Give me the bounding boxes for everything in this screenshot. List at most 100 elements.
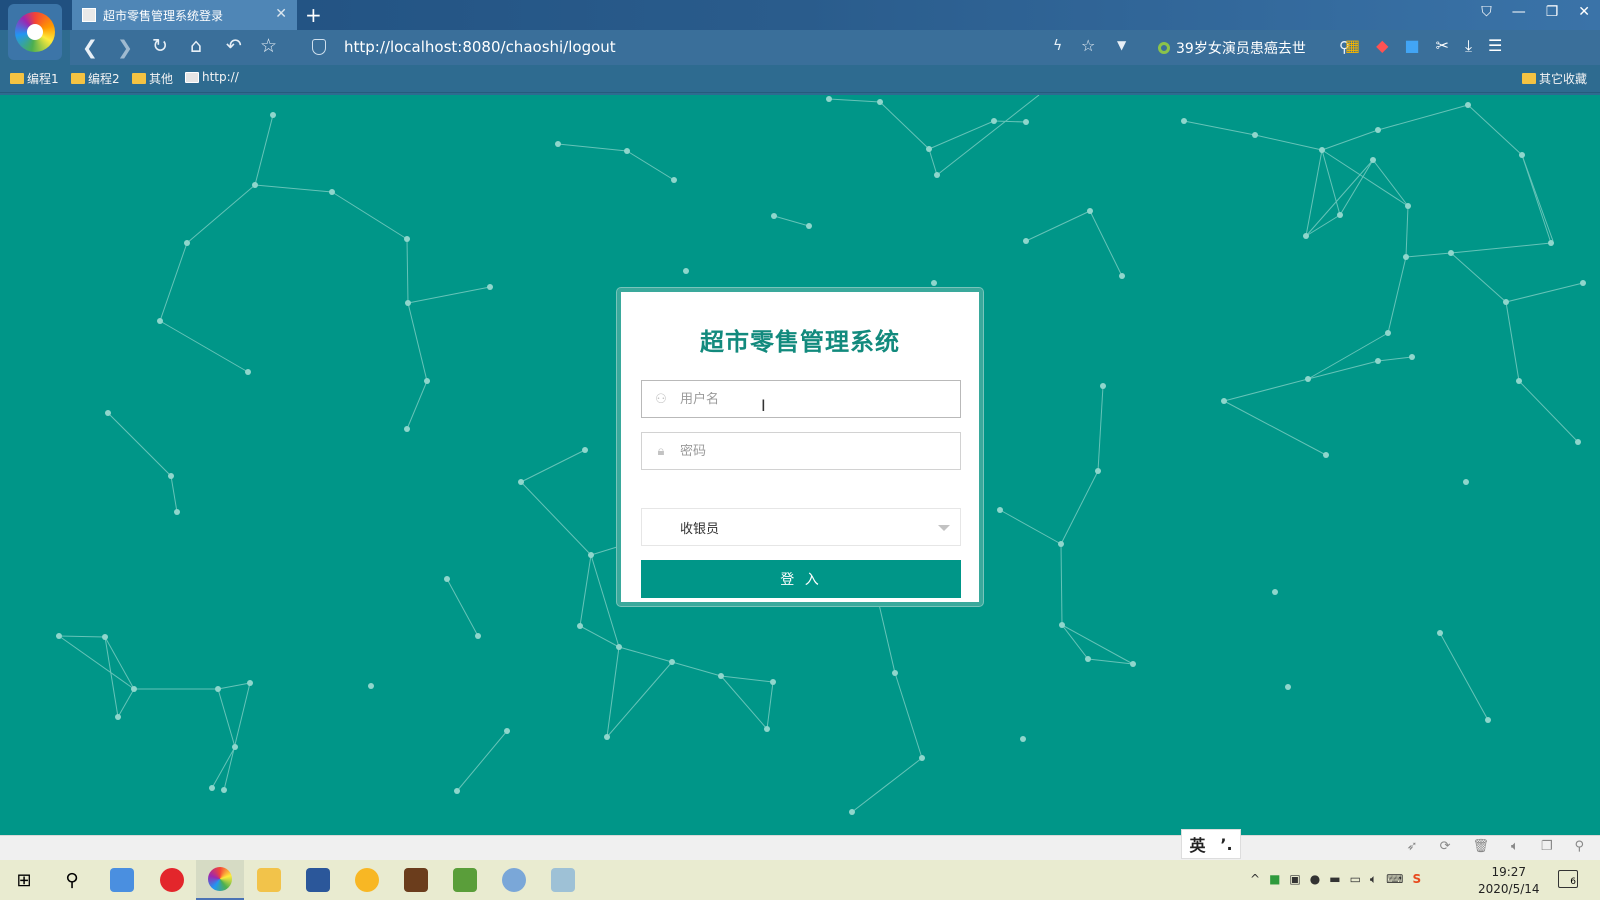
lock-icon: 🔒︎ — [657, 443, 665, 459]
back-icon[interactable]: ❮ — [82, 37, 98, 59]
role-select-value: 收银员 — [680, 521, 720, 537]
taskbar-app-7[interactable] — [441, 860, 489, 900]
tab-close-icon[interactable]: ✕ — [275, 6, 287, 22]
sogou-icon[interactable]: S — [1412, 872, 1421, 887]
bookmark-folder-3[interactable]: 其他 — [132, 70, 173, 87]
username-input[interactable] — [680, 391, 940, 407]
app-icon — [355, 868, 379, 892]
app-icon — [453, 868, 477, 892]
url-text: http://localhost:8080/chaoshi/logout — [344, 38, 616, 56]
search-button[interactable]: ⚲ — [48, 860, 96, 900]
qq-icon[interactable]: ● — [1310, 872, 1320, 887]
word-icon — [306, 868, 330, 892]
scissors-icon[interactable]: ✂ — [1436, 36, 1449, 56]
app-icon — [404, 868, 428, 892]
windows-icon: ⊞ — [16, 869, 32, 891]
taskbar-app-5[interactable] — [343, 860, 391, 900]
ime-indicator[interactable]: 英 ’. — [1181, 829, 1241, 859]
tab-title: 超市零售管理系统登录 — [103, 8, 224, 23]
clock-date: 2020/5/14 — [1478, 882, 1540, 896]
chevron-down-icon[interactable]: ▼ — [1117, 38, 1126, 52]
address-bar[interactable]: http://localhost:8080/chaoshi/logout — [300, 34, 1130, 60]
shield-icon — [312, 39, 326, 55]
username-field[interactable]: ⚇ — [641, 380, 961, 418]
window-controls: ⛉ — ❐ ✕ — [1481, 4, 1590, 20]
zoom-icon[interactable]: ⚲ — [1574, 839, 1584, 854]
translate-icon[interactable]: ■ — [1404, 36, 1419, 56]
folder-icon — [257, 868, 281, 892]
tray-app-icon[interactable]: ▬ — [1329, 872, 1340, 887]
taskbar-app-6[interactable] — [392, 860, 440, 900]
browser-logo-icon — [15, 12, 55, 52]
password-input[interactable] — [680, 443, 940, 459]
role-select[interactable]: 收银员 — [641, 508, 961, 546]
other-bookmarks[interactable]: 其它收藏 — [1522, 70, 1587, 87]
forward-icon[interactable]: ❯ — [117, 37, 133, 59]
browser-status-bar — [0, 835, 1600, 860]
tray-app-icon[interactable]: ■ — [1269, 872, 1280, 887]
skin-icon[interactable]: ⛉ — [1481, 4, 1492, 20]
bookmarks-bar: 编程1 编程2 其他 http:// 其它收藏 — [0, 65, 1600, 93]
keyboard-icon[interactable]: ⌨ — [1386, 872, 1403, 887]
folder-icon — [10, 73, 24, 84]
volume-icon[interactable]: 🔈︎ — [1370, 872, 1377, 887]
reload-icon[interactable]: ↻ — [152, 35, 168, 57]
tab-login[interactable]: 超市零售管理系统登录 ✕ — [72, 0, 297, 30]
login-button[interactable]: 登 入 — [641, 560, 961, 598]
new-tab-button[interactable]: + — [305, 3, 322, 27]
music-icon — [160, 868, 184, 892]
trash-icon[interactable]: 🗑︎ — [1472, 839, 1489, 854]
app-icon — [502, 868, 526, 892]
home-icon[interactable]: ⌂ — [190, 35, 202, 57]
browser-icon — [208, 867, 232, 891]
window-icon[interactable]: ❐ — [1541, 839, 1553, 854]
bookmark-star-icon[interactable]: ☆ — [1081, 36, 1095, 55]
tray-app-icon[interactable]: ▣ — [1289, 872, 1300, 887]
user-icon: ⚇ — [655, 391, 667, 407]
ime-punctuation: ’. — [1220, 834, 1233, 854]
close-window-button[interactable]: ✕ — [1578, 4, 1590, 20]
status-bar-tools: ➶ ⟳ 🗑︎ 🔈︎ ❐ ⚲ — [1407, 839, 1584, 854]
chevron-up-icon[interactable]: ^ — [1250, 872, 1260, 887]
star-icon[interactable]: ☆ — [260, 35, 277, 57]
taskbar-app-browser[interactable] — [196, 860, 244, 900]
app-icon — [110, 868, 134, 892]
game-icon[interactable]: ◆ — [1376, 36, 1388, 56]
network-icon[interactable]: ▭ — [1350, 872, 1361, 887]
page-icon — [185, 71, 199, 83]
bookmark-folder-1[interactable]: 编程1 — [10, 70, 59, 87]
taskbar-app-explorer[interactable] — [245, 860, 293, 900]
refresh-circle-icon[interactable]: ⟳ — [1440, 839, 1451, 854]
login-page: 超市零售管理系统 ⚇ I 🔒︎ 收银员 登 入 — [0, 95, 1600, 835]
caret-down-icon — [938, 525, 950, 531]
folder-icon — [1522, 73, 1536, 84]
bookmark-page[interactable]: http:// — [185, 70, 239, 84]
extension-toolbar: ▦ ◆ ■ ✂ ⤓ ☰ — [1345, 36, 1502, 56]
system-clock[interactable]: 19:27 2020/5/14 — [1478, 864, 1540, 898]
news-ticker[interactable]: 39岁女演员患癌去世 — [1158, 38, 1306, 58]
start-button[interactable]: ⊞ — [0, 860, 48, 900]
notification-icon[interactable]: 6 — [1558, 870, 1578, 888]
volume-icon[interactable]: 🔈︎ — [1511, 839, 1519, 854]
page-title: 超市零售管理系统 — [700, 328, 900, 356]
apps-icon[interactable]: ▦ — [1345, 36, 1360, 56]
folder-icon — [132, 73, 146, 84]
login-card: 超市零售管理系统 ⚇ I 🔒︎ 收银员 登 入 — [617, 288, 983, 606]
taskbar-app-8[interactable] — [490, 860, 538, 900]
taskbar-app-word[interactable] — [294, 860, 342, 900]
restore-button[interactable]: ❐ — [1546, 4, 1559, 20]
taskbar-app-music[interactable] — [148, 860, 196, 900]
page-favicon-icon — [82, 8, 96, 22]
taskbar-app-1[interactable] — [98, 860, 146, 900]
rocket-icon[interactable]: ➶ — [1407, 839, 1418, 854]
bookmark-folder-2[interactable]: 编程2 — [71, 70, 120, 87]
undo-icon[interactable]: ↶ — [226, 35, 242, 57]
text-cursor-icon: I — [761, 396, 766, 415]
minimize-button[interactable]: — — [1512, 4, 1526, 20]
download-icon[interactable]: ⤓ — [1465, 36, 1472, 56]
lightning-icon[interactable]: ϟ — [1053, 38, 1062, 54]
taskbar-app-9[interactable] — [539, 860, 587, 900]
browser-logo[interactable] — [8, 4, 62, 60]
menu-icon[interactable]: ☰ — [1488, 36, 1502, 56]
password-field[interactable]: 🔒︎ — [641, 432, 961, 470]
